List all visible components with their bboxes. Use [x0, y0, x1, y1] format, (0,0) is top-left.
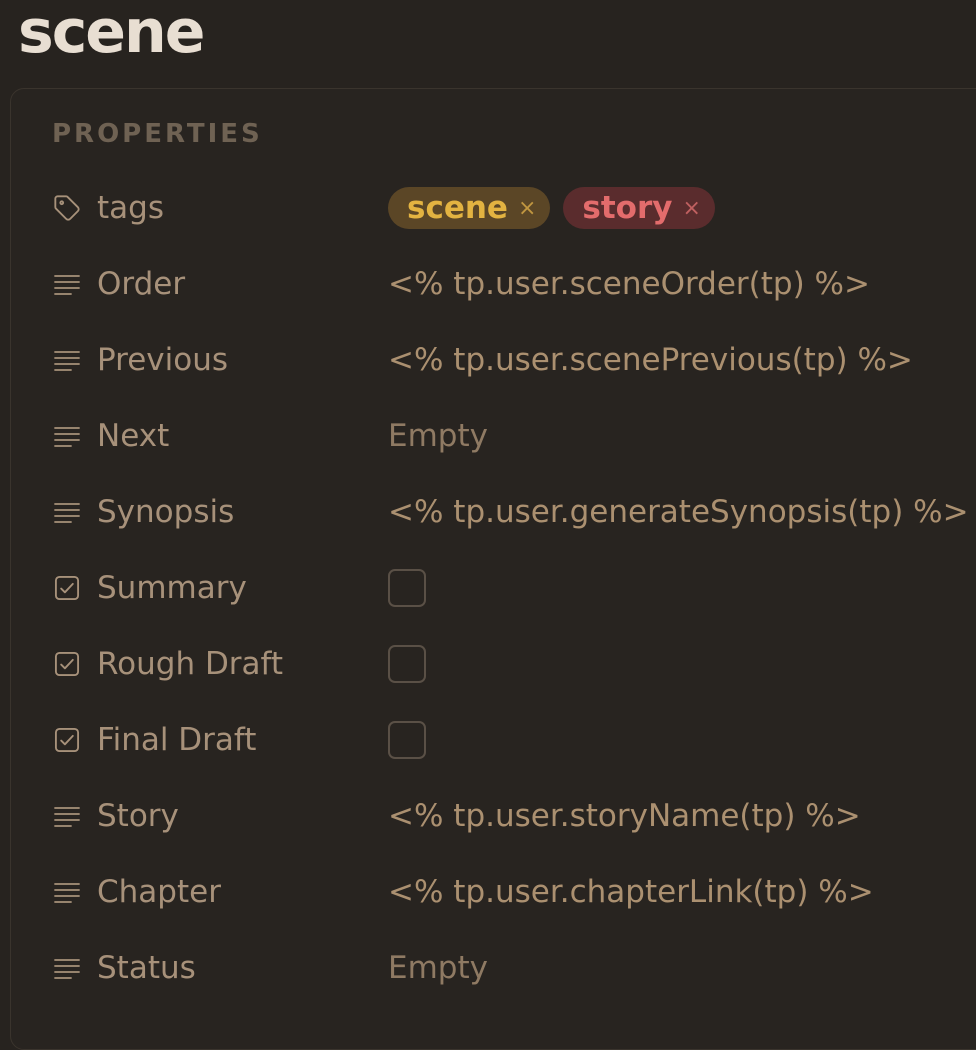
text-lines-icon	[52, 345, 82, 375]
text-lines-icon	[52, 877, 82, 907]
property-value-next[interactable]: Empty	[388, 398, 488, 474]
property-key-label: Final Draft	[97, 722, 257, 758]
property-row-tags: tags scene × story ×	[0, 170, 976, 246]
property-key-rough-draft[interactable]: Rough Draft	[52, 626, 283, 702]
property-value-chapter[interactable]: <% tp.user.chapterLink(tp) %>	[388, 854, 874, 930]
property-key-label: Story	[97, 798, 179, 834]
property-value-final-draft	[388, 702, 426, 778]
property-key-status[interactable]: Status	[52, 930, 196, 1006]
property-key-label: Chapter	[97, 874, 221, 910]
property-value-story[interactable]: <% tp.user.storyName(tp) %>	[388, 778, 861, 854]
property-key-tags[interactable]: tags	[52, 170, 164, 246]
property-key-story[interactable]: Story	[52, 778, 179, 854]
property-row-summary: Summary	[0, 550, 976, 626]
property-value-rough-draft	[388, 626, 426, 702]
property-key-label: Summary	[97, 570, 247, 606]
property-value-tags[interactable]: scene × story ×	[388, 170, 728, 246]
text-lines-icon	[52, 953, 82, 983]
property-value-synopsis[interactable]: <% tp.user.generateSynopsis(tp) %>	[388, 474, 969, 550]
property-key-label: Next	[97, 418, 170, 454]
property-key-final-draft[interactable]: Final Draft	[52, 702, 256, 778]
property-value-order[interactable]: <% tp.user.sceneOrder(tp) %>	[388, 246, 870, 322]
properties-heading[interactable]: PROPERTIES	[52, 119, 263, 149]
property-key-label: tags	[97, 190, 164, 226]
checkbox-icon	[52, 573, 82, 603]
remove-tag-icon[interactable]: ×	[518, 196, 536, 221]
property-row-previous: Previous <% tp.user.scenePrevious(tp) %>	[0, 322, 976, 398]
property-key-label: Rough Draft	[97, 646, 284, 682]
tag-label: scene	[407, 190, 508, 226]
property-key-synopsis[interactable]: Synopsis	[52, 474, 234, 550]
property-row-next: Next Empty	[0, 398, 976, 474]
final-draft-checkbox[interactable]	[388, 721, 426, 759]
text-lines-icon	[52, 801, 82, 831]
property-value-status[interactable]: Empty	[388, 930, 488, 1006]
rough-draft-checkbox[interactable]	[388, 645, 426, 683]
property-value-previous[interactable]: <% tp.user.scenePrevious(tp) %>	[388, 322, 913, 398]
property-row-synopsis: Synopsis <% tp.user.generateSynopsis(tp)…	[0, 474, 976, 550]
property-key-chapter[interactable]: Chapter	[52, 854, 221, 930]
property-key-label: Status	[97, 950, 196, 986]
tag-pill-story[interactable]: story ×	[563, 187, 715, 229]
property-row-final-draft: Final Draft	[0, 702, 976, 778]
property-key-summary[interactable]: Summary	[52, 550, 247, 626]
checkbox-icon	[52, 649, 82, 679]
property-row-chapter: Chapter <% tp.user.chapterLink(tp) %>	[0, 854, 976, 930]
text-lines-icon	[52, 497, 82, 527]
property-value-summary	[388, 550, 426, 626]
tag-icon	[52, 193, 82, 223]
tag-pill-scene[interactable]: scene ×	[388, 187, 551, 229]
text-lines-icon	[52, 269, 82, 299]
property-key-label: Previous	[97, 342, 229, 378]
property-row-story: Story <% tp.user.storyName(tp) %>	[0, 778, 976, 854]
property-key-label: Synopsis	[97, 494, 235, 530]
property-row-status: Status Empty	[0, 930, 976, 1006]
remove-tag-icon[interactable]: ×	[682, 196, 700, 221]
property-row-order: Order <% tp.user.sceneOrder(tp) %>	[0, 246, 976, 322]
property-key-label: Order	[97, 266, 186, 302]
tag-label: story	[582, 190, 673, 226]
property-key-previous[interactable]: Previous	[52, 322, 228, 398]
note-title[interactable]: scene	[18, 0, 205, 72]
text-lines-icon	[52, 421, 82, 451]
property-row-rough-draft: Rough Draft	[0, 626, 976, 702]
property-key-next[interactable]: Next	[52, 398, 169, 474]
property-key-order[interactable]: Order	[52, 246, 185, 322]
summary-checkbox[interactable]	[388, 569, 426, 607]
checkbox-icon	[52, 725, 82, 755]
